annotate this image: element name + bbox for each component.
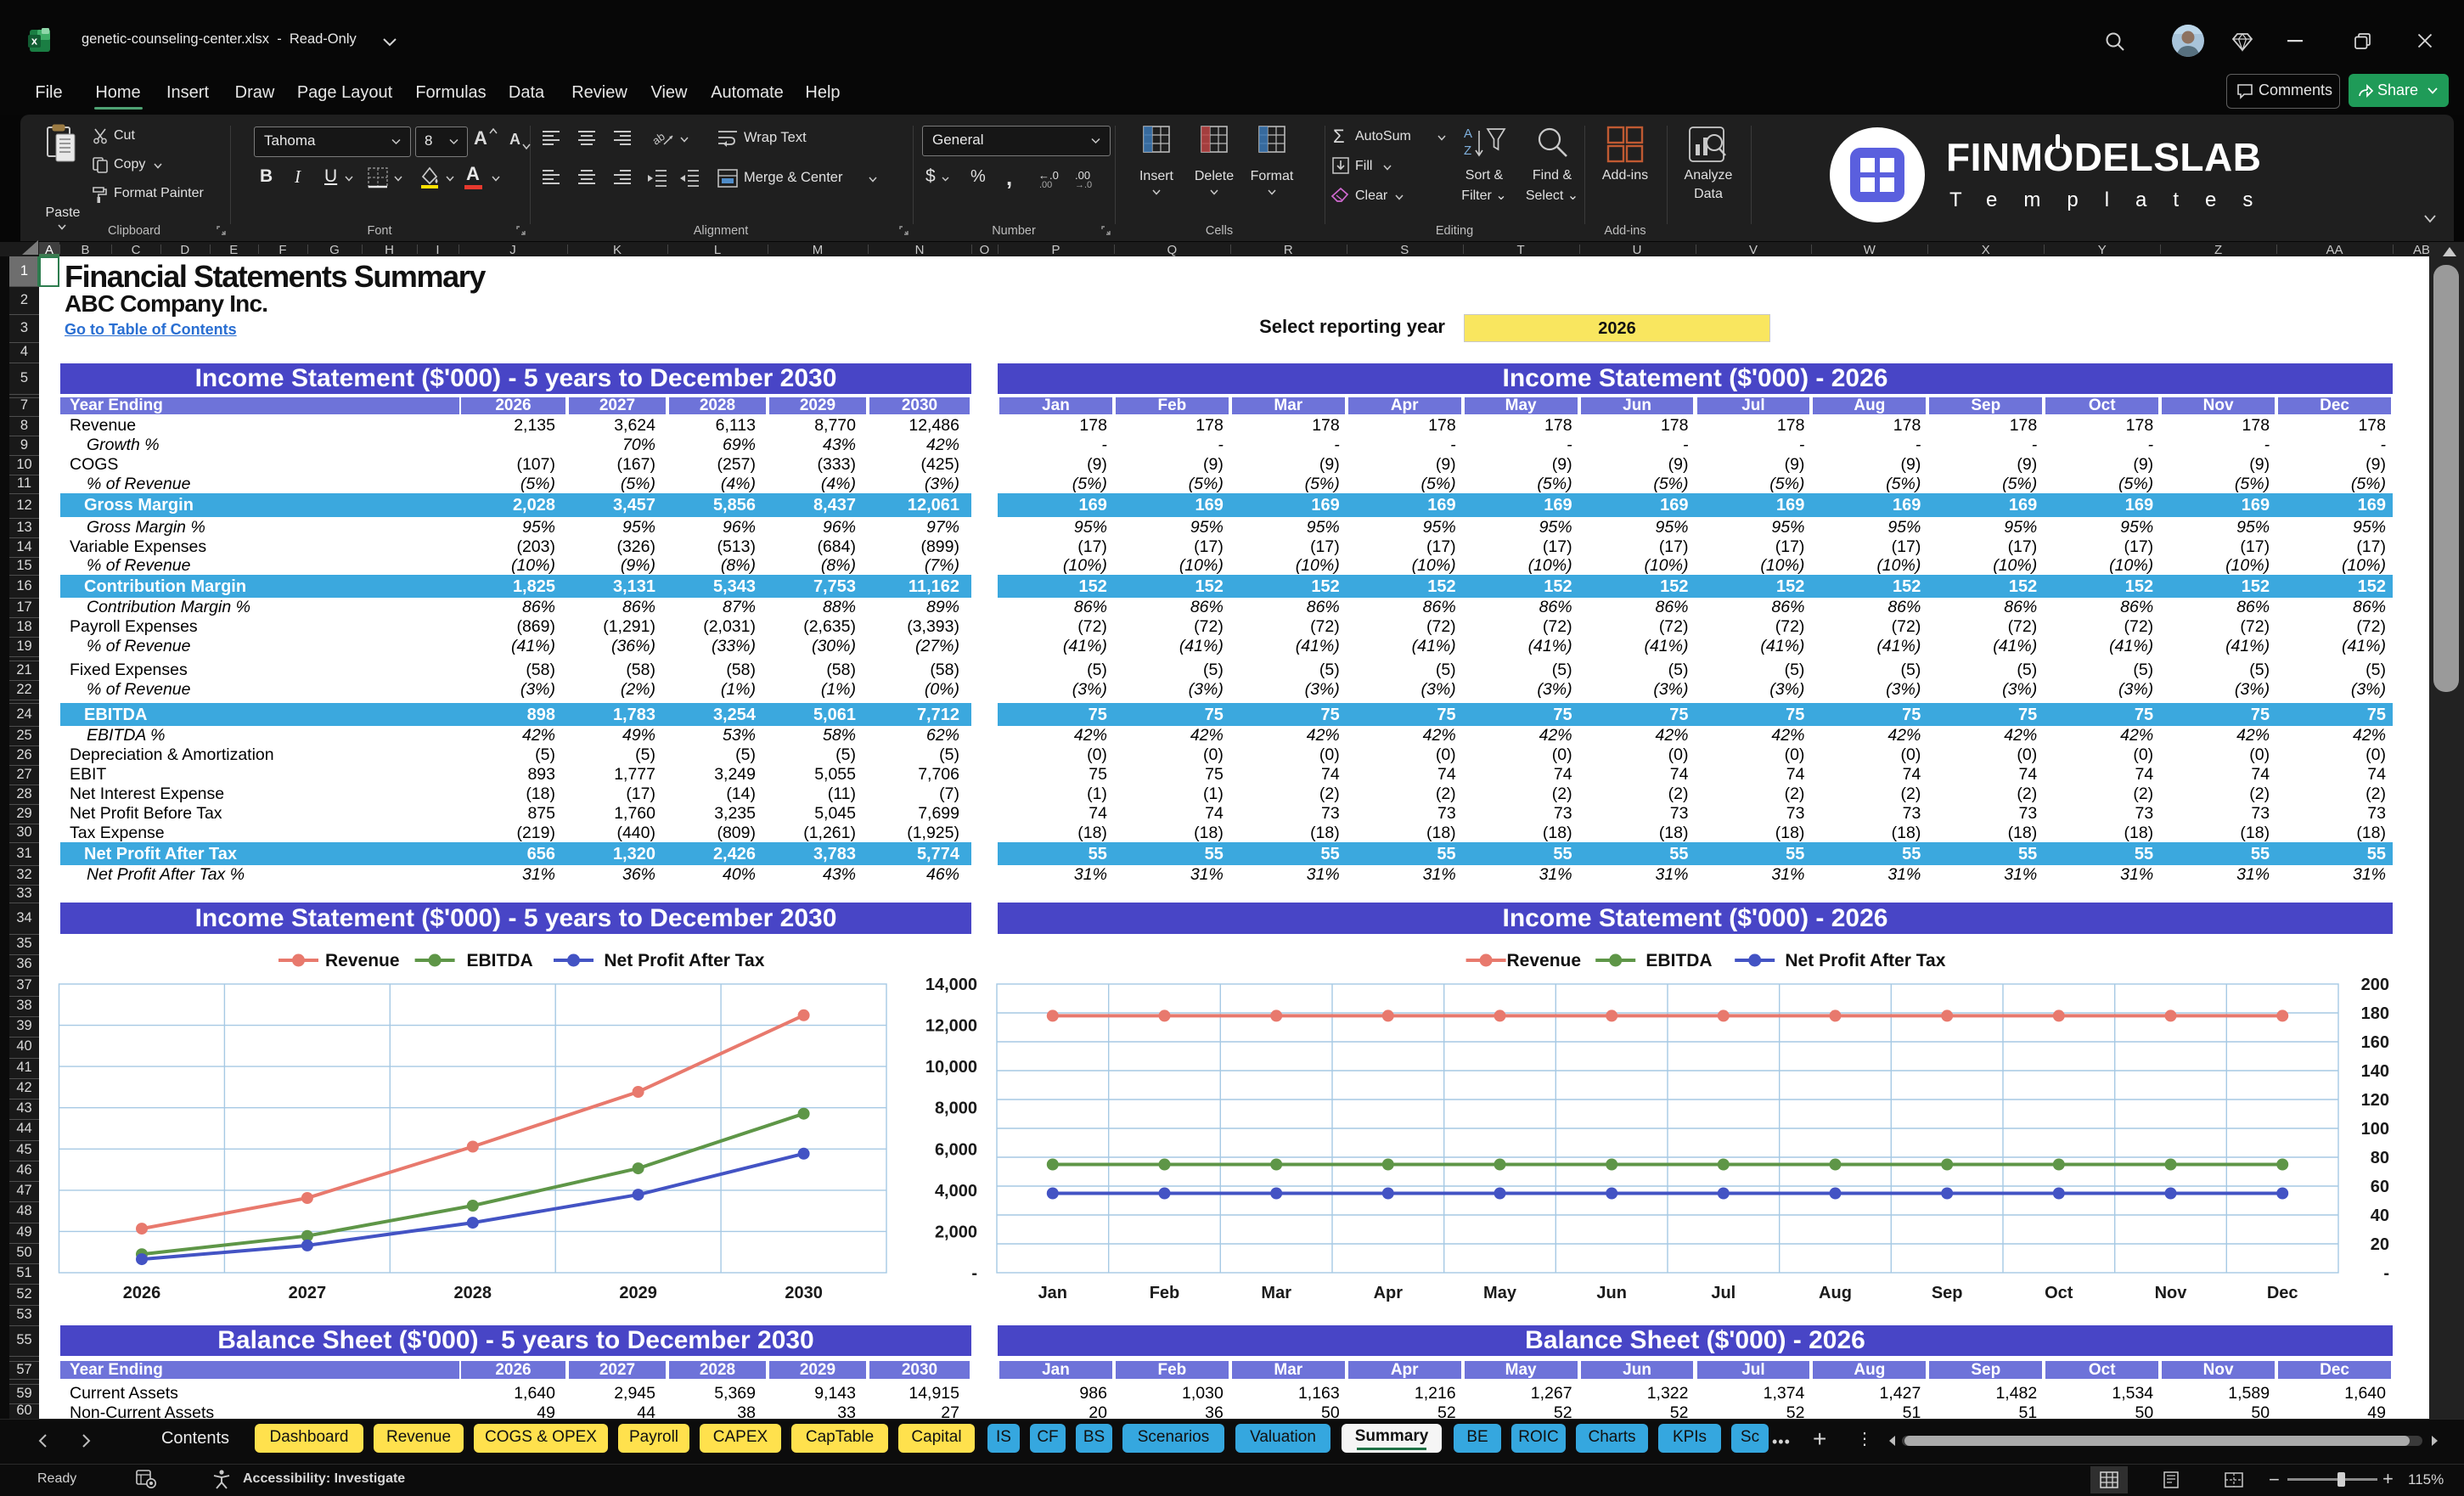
svg-text:Net Profit After Tax: Net Profit After Tax	[604, 951, 764, 970]
svg-text:EBITDA: EBITDA	[1645, 951, 1712, 970]
svg-text:2026: 2026	[123, 1284, 161, 1302]
svg-text:Feb: Feb	[1150, 1284, 1180, 1302]
svg-text:140: 140	[2361, 1062, 2389, 1081]
svg-text:2028: 2028	[454, 1284, 492, 1302]
svg-text:Jul: Jul	[1711, 1284, 1735, 1302]
svg-text:60: 60	[2371, 1178, 2389, 1196]
svg-text:40: 40	[2371, 1206, 2389, 1225]
svg-text:May: May	[1483, 1284, 1517, 1302]
svg-text:Oct: Oct	[2045, 1284, 2073, 1302]
svg-text:Mar: Mar	[1261, 1284, 1291, 1302]
svg-text:2027: 2027	[289, 1284, 327, 1302]
svg-text:ab: ab	[652, 130, 667, 148]
svg-text:6,000: 6,000	[935, 1140, 977, 1159]
svg-text:12,000: 12,000	[925, 1017, 977, 1036]
svg-text:80: 80	[2371, 1149, 2389, 1167]
svg-text:Z: Z	[1464, 143, 1471, 158]
svg-text:Revenue: Revenue	[1507, 951, 1582, 970]
svg-text:100: 100	[2361, 1120, 2389, 1139]
svg-text:Apr: Apr	[1374, 1284, 1404, 1302]
svg-text:Aug: Aug	[1819, 1284, 1852, 1302]
svg-text:8,000: 8,000	[935, 1100, 977, 1118]
svg-text:10,000: 10,000	[925, 1058, 977, 1077]
svg-text:Jun: Jun	[1596, 1284, 1627, 1302]
svg-text:Nov: Nov	[2155, 1284, 2188, 1302]
svg-text:Sep: Sep	[1932, 1284, 1963, 1302]
svg-text:Jan: Jan	[1038, 1284, 1067, 1302]
svg-text:20: 20	[2371, 1235, 2389, 1254]
svg-text:4,000: 4,000	[935, 1182, 977, 1201]
svg-text:14,000: 14,000	[925, 976, 977, 994]
svg-text:2030: 2030	[785, 1284, 823, 1302]
svg-text:2029: 2029	[619, 1284, 657, 1302]
svg-text:180: 180	[2361, 1004, 2389, 1023]
svg-text:-: -	[971, 1264, 977, 1283]
svg-text:120: 120	[2361, 1091, 2389, 1110]
svg-text:Dec: Dec	[2267, 1284, 2298, 1302]
svg-text:160: 160	[2361, 1033, 2389, 1052]
svg-text:EBITDA: EBITDA	[467, 951, 533, 970]
svg-text:Net Profit After Tax: Net Profit After Tax	[1785, 951, 1945, 970]
svg-text:x: x	[31, 35, 38, 48]
svg-text:Revenue: Revenue	[325, 951, 400, 970]
svg-text:2,000: 2,000	[935, 1223, 977, 1241]
svg-text:A: A	[1464, 127, 1472, 141]
svg-text:200: 200	[2361, 976, 2389, 994]
svg-text:-: -	[2383, 1264, 2389, 1283]
